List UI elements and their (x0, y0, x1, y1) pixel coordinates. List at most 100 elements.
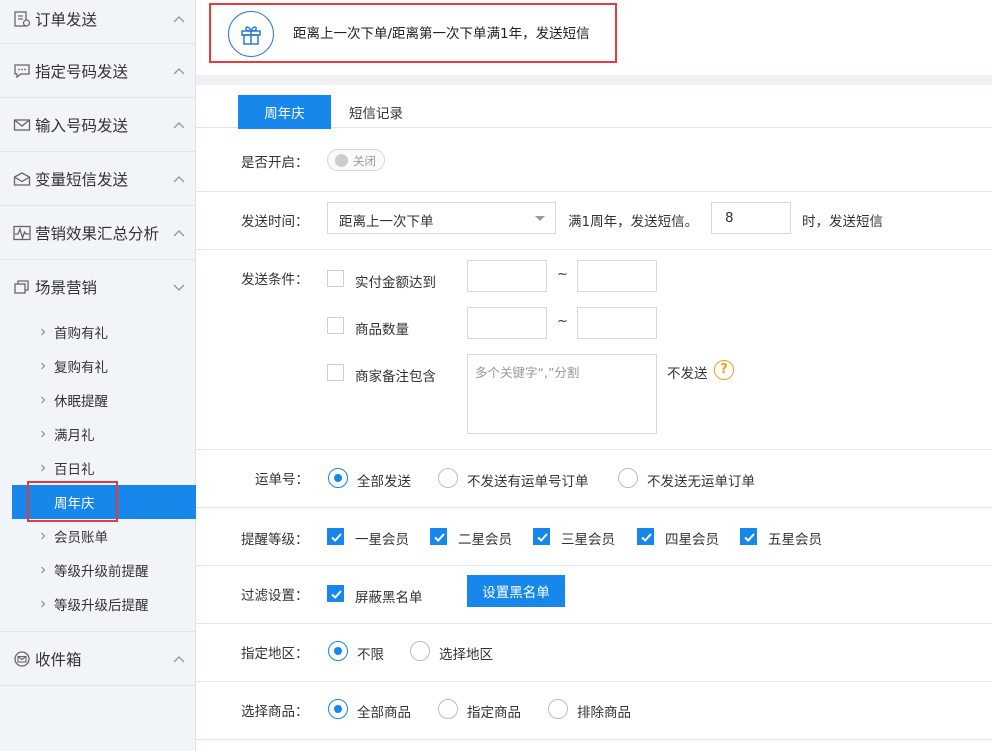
amount-checkbox[interactable] (327, 270, 344, 287)
enable-toggle[interactable]: 关闭 (327, 149, 385, 171)
sidebar-item-post-upgrade[interactable]: 等级升级后提醒 (0, 587, 196, 621)
level-4-checkbox[interactable] (637, 528, 654, 545)
chevron-right-icon (41, 396, 46, 404)
chevron-up-icon[interactable] (172, 120, 186, 130)
remark-label: 商家备注包含 (355, 369, 436, 385)
chevron-up-icon[interactable] (172, 654, 186, 664)
help-icon[interactable]: ? (714, 360, 734, 380)
select-value: 距离上一次下单 (339, 214, 434, 230)
chevron-right-icon (41, 328, 46, 336)
chevron-down-icon[interactable] (172, 282, 186, 292)
sidebar-item-member-bill[interactable]: 会员账单 (0, 519, 196, 553)
set-blacklist-button[interactable]: 设置黑名单 (467, 575, 565, 607)
check-icon (434, 533, 445, 542)
goods-specified-radio[interactable] (438, 699, 458, 719)
sidebar-group-scene-marketing[interactable]: 场景营销 (0, 260, 196, 314)
remark-placeholder: 多个关键字“,”分割 (475, 365, 580, 380)
goods-option-label: 排除商品 (577, 705, 631, 721)
level-5-checkbox[interactable] (740, 528, 757, 545)
quantity-min-input[interactable] (467, 307, 547, 339)
region-select-radio[interactable] (410, 641, 430, 661)
sidebar-group-specified-number[interactable]: 指定号码发送 (0, 44, 196, 98)
sidebar-item-dormant[interactable]: 休眠提醒 (0, 383, 196, 417)
range-separator: ~ (557, 314, 568, 329)
send-time-text: 满1周年，发送短信。 (568, 214, 699, 230)
sidebar-item-hundred-days[interactable]: 百日礼 (0, 451, 196, 485)
banner-text: 距离上一次下单/距离第一次下单满1年，发送短信 (293, 26, 590, 42)
quantity-max-input[interactable] (577, 307, 657, 339)
blacklist-checkbox[interactable] (327, 585, 344, 602)
hour-input[interactable]: 8 (711, 202, 791, 234)
check-icon (641, 533, 652, 542)
inbox-icon (14, 650, 30, 667)
sidebar-item-label: 复购有礼 (54, 360, 108, 376)
sidebar-group-label: 场景营销 (35, 279, 98, 297)
tab-sms-records[interactable]: 短信记录 (331, 95, 421, 129)
highlight-box-anniversary (27, 481, 118, 522)
region-option-label: 不限 (357, 647, 384, 663)
check-icon (331, 533, 342, 542)
remark-checkbox[interactable] (327, 364, 344, 381)
quantity-label: 商品数量 (355, 322, 409, 338)
stack-icon (14, 280, 29, 294)
conditions-label: 发送条件： (241, 272, 309, 288)
goods-exclude-radio[interactable] (548, 699, 568, 719)
sidebar-group-inbox[interactable]: 收件箱 (0, 632, 196, 686)
filter-label: 过滤设置： (241, 588, 309, 604)
sidebar-group-analysis[interactable]: 营销效果汇总分析 (0, 206, 196, 260)
tab-bar: 周年庆 短信记录 (196, 85, 992, 129)
send-time-label: 发送时间： (241, 214, 309, 230)
quantity-checkbox[interactable] (327, 317, 344, 334)
tracking-exclude-with-radio[interactable] (438, 468, 458, 488)
level-option-label: 二星会员 (458, 532, 512, 548)
tracking-option-label: 全部发送 (357, 474, 411, 490)
sidebar-item-repurchase[interactable]: 复购有礼 (0, 349, 196, 383)
row-send-conditions: 发送条件： 实付金额达到 ~ 商品数量 ~ 商家备注包含 多个关键字“,”分割 … (196, 250, 992, 450)
sidebar-group-variable-sms[interactable]: 变量短信发送 (0, 152, 196, 206)
sidebar-group-label: 指定号码发送 (35, 62, 129, 81)
sidebar-item-label: 等级升级后提醒 (54, 598, 149, 614)
amount-min-input[interactable] (467, 260, 547, 292)
pulse-icon (13, 225, 31, 240)
chevron-right-icon (41, 600, 46, 608)
remark-textarea[interactable]: 多个关键字“,”分割 (467, 354, 657, 434)
remark-suffix: 不发送 (667, 366, 708, 382)
chevron-up-icon[interactable] (172, 14, 186, 24)
tracking-exclude-without-radio[interactable] (618, 468, 638, 488)
sidebar-group-label: 变量短信发送 (35, 170, 129, 189)
level-2-checkbox[interactable] (430, 528, 447, 545)
caret-down-icon (535, 216, 545, 221)
hour-suffix-text: 时，发送短信 (802, 214, 883, 230)
chat-icon (14, 63, 30, 78)
check-icon (537, 533, 548, 542)
order-icon (14, 11, 31, 27)
sidebar-item-label: 休眠提醒 (54, 394, 108, 410)
send-time-select[interactable]: 距离上一次下单 (327, 202, 556, 234)
blacklist-label: 屏蔽黑名单 (355, 590, 423, 606)
sidebar-item-label: 会员账单 (54, 530, 108, 546)
level-3-checkbox[interactable] (533, 528, 550, 545)
sidebar-item-first-purchase[interactable]: 首购有礼 (0, 315, 196, 349)
amount-max-input[interactable] (577, 260, 657, 292)
tab-anniversary[interactable]: 周年庆 (238, 95, 331, 129)
amount-label: 实付金额达到 (355, 275, 436, 291)
sidebar: 订单发送 指定号码发送 输入号码发送 变量短信发送 营销效果汇总分析 场景营销 (0, 0, 196, 751)
chevron-right-icon (41, 566, 46, 574)
chevron-up-icon[interactable] (172, 228, 186, 238)
main-panel: 距离上一次下单/距离第一次下单满1年，发送短信 周年庆 短信记录 是否开启： 关… (196, 0, 992, 751)
tracking-all-radio[interactable] (328, 468, 348, 488)
chevron-up-icon[interactable] (172, 174, 186, 184)
level-option-label: 五星会员 (768, 532, 822, 548)
sidebar-item-label: 等级升级前提醒 (54, 564, 149, 580)
region-unlimited-radio[interactable] (328, 641, 348, 661)
chevron-up-icon[interactable] (172, 66, 186, 76)
level-1-checkbox[interactable] (327, 528, 344, 545)
row-filter: 过滤设置： 屏蔽黑名单 设置黑名单 (196, 566, 992, 624)
row-tracking: 运单号： 全部发送 不发送有运单号订单 不发送无运单订单 (196, 450, 992, 508)
sidebar-group-order-send[interactable]: 订单发送 (0, 0, 196, 44)
goods-all-radio[interactable] (328, 699, 348, 719)
sidebar-item-full-month[interactable]: 满月礼 (0, 417, 196, 451)
sidebar-item-pre-upgrade[interactable]: 等级升级前提醒 (0, 553, 196, 587)
sidebar-item-label: 首购有礼 (54, 326, 108, 342)
sidebar-group-input-number[interactable]: 输入号码发送 (0, 98, 196, 152)
